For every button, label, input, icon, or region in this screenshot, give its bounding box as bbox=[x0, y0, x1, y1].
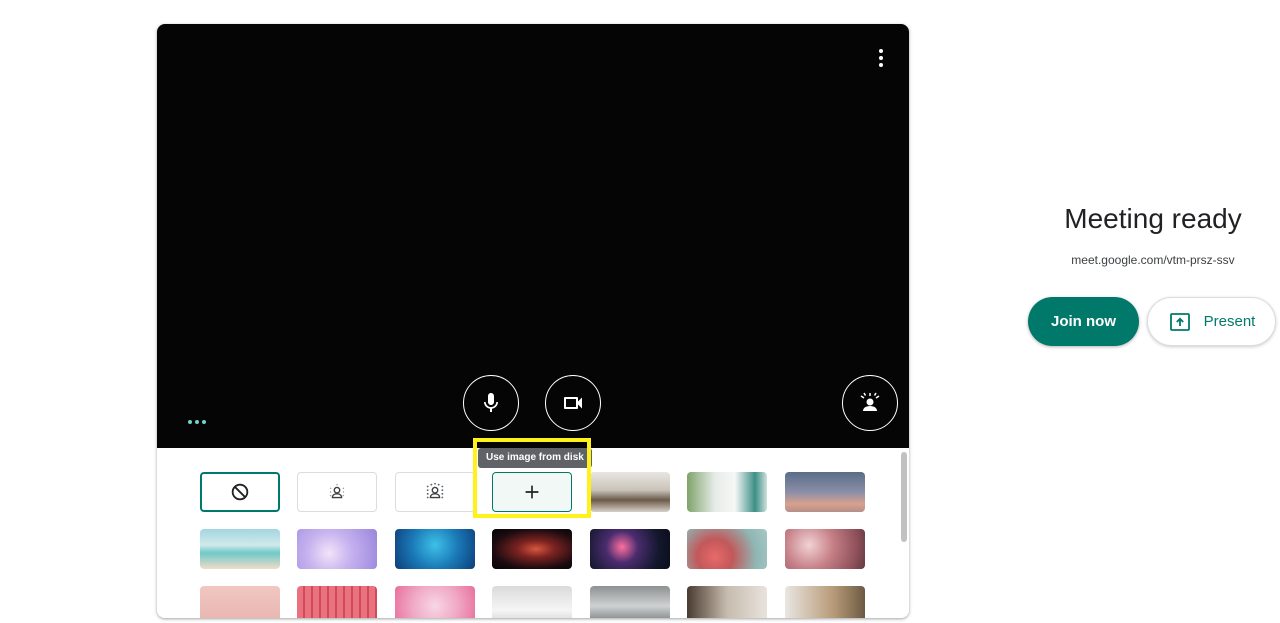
background-selector bbox=[157, 448, 909, 618]
more-vert-icon bbox=[879, 49, 883, 67]
meeting-url: meet.google.com/vtm-prsz-ssv bbox=[1071, 253, 1235, 267]
background-water[interactable] bbox=[395, 529, 475, 569]
block-icon bbox=[231, 483, 249, 501]
background-shelves[interactable] bbox=[785, 586, 865, 618]
page-title: Meeting ready bbox=[1064, 203, 1242, 234]
present-button[interactable]: Present bbox=[1147, 297, 1276, 346]
preview-card bbox=[157, 24, 909, 618]
background-clouds[interactable] bbox=[297, 529, 377, 569]
background-scrollbar[interactable] bbox=[901, 452, 907, 542]
background-office-room[interactable] bbox=[590, 472, 670, 512]
camera-button[interactable] bbox=[545, 375, 601, 431]
more-options-button[interactable] bbox=[869, 46, 893, 70]
video-preview bbox=[157, 24, 909, 448]
blur-option[interactable] bbox=[395, 472, 475, 512]
background-pink-sparkle[interactable] bbox=[200, 586, 280, 618]
visual-effects-icon bbox=[860, 392, 880, 411]
join-now-button[interactable]: Join now bbox=[1028, 297, 1139, 346]
background-beach[interactable] bbox=[200, 529, 280, 569]
microphone-icon bbox=[484, 393, 498, 412]
background-confetti[interactable] bbox=[395, 586, 475, 618]
present-label: Present bbox=[1203, 313, 1256, 330]
three-dots-icon bbox=[188, 420, 206, 424]
upload-tooltip: Use image from disk bbox=[478, 448, 592, 468]
background-nebula[interactable] bbox=[492, 529, 572, 569]
background-fireworks[interactable] bbox=[590, 529, 670, 569]
background-flowers[interactable] bbox=[687, 529, 767, 569]
background-loft[interactable] bbox=[590, 586, 670, 618]
background-red-pattern[interactable] bbox=[297, 586, 377, 618]
plus-icon bbox=[525, 485, 539, 499]
slight-blur-option[interactable] bbox=[297, 472, 377, 512]
videocam-icon bbox=[564, 397, 582, 409]
no-effect-option[interactable] bbox=[200, 472, 280, 512]
visual-effects-button[interactable] bbox=[842, 375, 898, 431]
upload-image-button[interactable] bbox=[492, 472, 572, 512]
background-living-room[interactable] bbox=[687, 586, 767, 618]
present-screen-icon bbox=[1169, 312, 1190, 331]
microphone-button[interactable] bbox=[463, 375, 519, 431]
background-blossoms[interactable] bbox=[785, 529, 865, 569]
background-office-lobby[interactable] bbox=[687, 472, 767, 512]
blur-person-icon bbox=[329, 483, 345, 499]
blur-person-icon bbox=[426, 482, 444, 499]
background-gallery[interactable] bbox=[492, 586, 572, 618]
background-sunset-sky[interactable] bbox=[785, 472, 865, 512]
